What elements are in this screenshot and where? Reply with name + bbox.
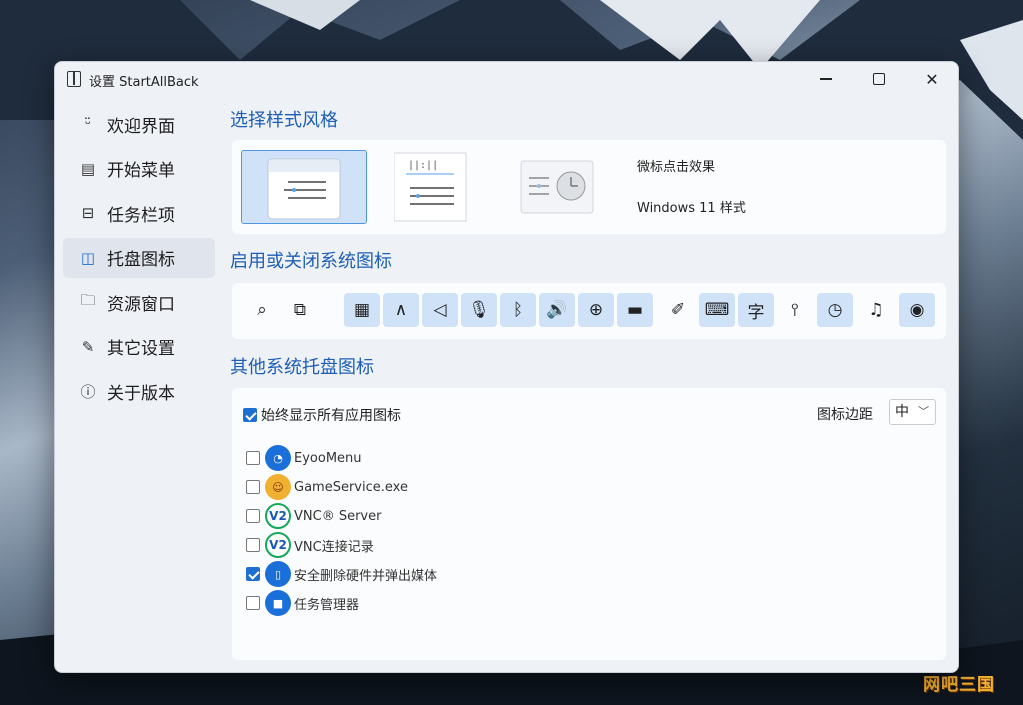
app-checkbox[interactable] [246, 596, 260, 610]
sidebar-item-label: 其它设置 [107, 339, 175, 359]
close-button[interactable]: ✕ [906, 62, 958, 96]
app-checkbox[interactable] [246, 480, 260, 494]
watermark-logo: 网吧三国 [923, 675, 995, 695]
style-preview-3-icon [520, 160, 594, 214]
task-view-icon[interactable]: ⧉ [282, 293, 318, 327]
sidebar-item-tray-icons[interactable]: ◫ 托盘图标 [63, 237, 215, 278]
style-option-1[interactable] [241, 150, 367, 224]
pen-icon[interactable]: ✐ [660, 293, 696, 327]
volume-icon[interactable]: 🔊 [539, 293, 575, 327]
sidebar-item-label: 关于版本 [107, 383, 175, 404]
app-label: 任务管理器 [294, 597, 360, 613]
sidebar-item-label: 资源窗口 [107, 294, 175, 315]
sidebar-item-start-menu[interactable]: ▤ 开始菜单 [63, 149, 215, 189]
list-item: V2 VNC® Server [246, 503, 381, 529]
svg-text:||:||: ||:|| [408, 160, 438, 171]
window-title: 设置 StartAllBack [89, 75, 199, 90]
gameservice-icon: ☺ [265, 474, 291, 500]
sidebar-item-label: 开始菜单 [107, 161, 175, 181]
list-item: ◔ EyooMenu [246, 445, 362, 471]
system-icons-card: ⌕ ⧉ ▦ ∧ ◁ 🎙 ᛒ 🔊 ⊕ ▬ ✐ ⌨ 字 ⫯ ◷ ♫ ◉ [232, 283, 946, 339]
taskbar-icon: ⊟ [81, 204, 95, 222]
smile-icon: ᵕ̈ [84, 115, 92, 133]
sidebar-item-label: 任务栏项 [107, 205, 175, 226]
app-label: 安全删除硬件并弹出媒体 [294, 568, 438, 584]
icons-section-title: 启用或关闭系统图标 [230, 251, 392, 272]
app-checkbox[interactable] [246, 509, 260, 523]
keyboard-icon[interactable]: ⌨ [699, 293, 735, 327]
location-icon[interactable]: ◁ [422, 293, 458, 327]
close-icon: ✕ [925, 69, 939, 89]
globe-icon[interactable]: ⊕ [578, 293, 614, 327]
search-icon[interactable]: ⌕ [244, 293, 280, 327]
icon-margin-label: 图标边距 [817, 407, 873, 423]
sidebar-item-welcome[interactable]: ᵕ̈ 欢迎界面 [63, 104, 215, 144]
bluetooth-icon[interactable]: ᛒ [500, 293, 536, 327]
chevron-down-icon: ﹀ [918, 405, 929, 418]
icon-margin-value: 中 [895, 404, 909, 420]
vnc-record-icon: V2 [265, 532, 291, 558]
task-manager-icon: ■ [265, 590, 291, 616]
usb-eject-icon: ▯ [265, 561, 291, 587]
eye-icon[interactable]: ◉ [899, 293, 935, 327]
icon-margin-select[interactable]: 中 ﹀ [889, 399, 936, 425]
list-item: ■ 任务管理器 [246, 590, 359, 616]
sliders-icon[interactable]: ⫯ [777, 293, 813, 327]
style-description-win11: Windows 11 样式 [637, 201, 746, 216]
list-item: ▯ 安全删除硬件并弹出媒体 [246, 561, 437, 587]
list-item: V2 VNC连接记录 [246, 532, 374, 558]
sidebar-item-label: 欢迎界面 [107, 116, 175, 137]
show-all-icons-option[interactable]: 始终显示所有应用图标 [243, 405, 401, 425]
style-preview-2-icon: ||:|| [393, 152, 467, 222]
other-tray-icons-card: 始终显示所有应用图标 图标边距 中 ﹀ ◔ EyooMenu ☺ GameSer… [232, 388, 946, 660]
microphone-icon[interactable]: 🎙 [461, 293, 497, 327]
list-item: ☺ GameService.exe [246, 474, 408, 500]
app-label: VNC连接记录 [294, 539, 374, 555]
sidebar-item-explorer[interactable]: 🗀 资源窗口 [63, 282, 215, 322]
sidebar-item-other-settings[interactable]: ✎ 其它设置 [63, 327, 215, 367]
wrench-icon: ✎ [81, 337, 95, 356]
app-logo-icon [67, 71, 81, 87]
app-checkbox[interactable] [246, 451, 260, 465]
battery-icon[interactable]: ▬ [617, 293, 653, 327]
app-checkbox[interactable] [246, 538, 260, 552]
app-checkbox[interactable] [246, 567, 260, 581]
style-option-2[interactable]: ||:|| [393, 150, 520, 224]
tray-icon: ◫ [80, 248, 96, 267]
language-icon[interactable]: 字 [738, 293, 774, 327]
clock-icon[interactable]: ◷ [817, 293, 853, 327]
app-label: GameService.exe [294, 479, 408, 495]
show-all-label: 始终显示所有应用图标 [261, 408, 401, 424]
bell-icon[interactable]: ♫ [858, 293, 894, 327]
app-label: VNC® Server [294, 508, 382, 524]
style-preview-1-icon [267, 158, 341, 220]
sidebar-item-about[interactable]: ⓘ 关于版本 [63, 371, 215, 411]
info-icon: ⓘ [80, 382, 96, 401]
folder-icon: 🗀 [80, 290, 96, 309]
style-section-title: 选择样式风格 [230, 110, 338, 131]
title-bar[interactable]: 设置 StartAllBack ✕ [55, 62, 958, 96]
style-option-3[interactable] [519, 150, 645, 224]
style-card: ||:|| 微标点击效果 Windows 11 样式 [232, 140, 946, 234]
minimize-icon [820, 78, 832, 80]
style-description-click-effect: 微标点击效果 [637, 160, 716, 175]
start-menu-icon: ▤ [80, 159, 96, 178]
sidebar-item-label: 托盘图标 [107, 250, 175, 270]
maximize-icon [873, 73, 885, 85]
show-all-checkbox[interactable] [243, 408, 257, 422]
app-label: EyooMenu [294, 450, 362, 466]
other-section-title: 其他系统托盘图标 [230, 357, 374, 378]
minimize-button[interactable] [800, 62, 852, 96]
settings-window: 设置 StartAllBack ✕ ᵕ̈ 欢迎界面 ▤ 开始菜单 ⊟ 任务栏项 … [54, 61, 959, 673]
maximize-button[interactable] [853, 62, 905, 96]
sidebar-item-taskbar[interactable]: ⊟ 任务栏项 [63, 193, 215, 233]
vnc-server-icon: V2 [265, 503, 291, 529]
sidebar-nav: ᵕ̈ 欢迎界面 ▤ 开始菜单 ⊟ 任务栏项 ◫ 托盘图标 🗀 资源窗口 ✎ 其它… [63, 104, 215, 416]
widgets-icon[interactable]: ▦ [344, 293, 380, 327]
chevron-up-icon[interactable]: ∧ [383, 293, 419, 327]
eyoomenu-icon: ◔ [265, 445, 291, 471]
